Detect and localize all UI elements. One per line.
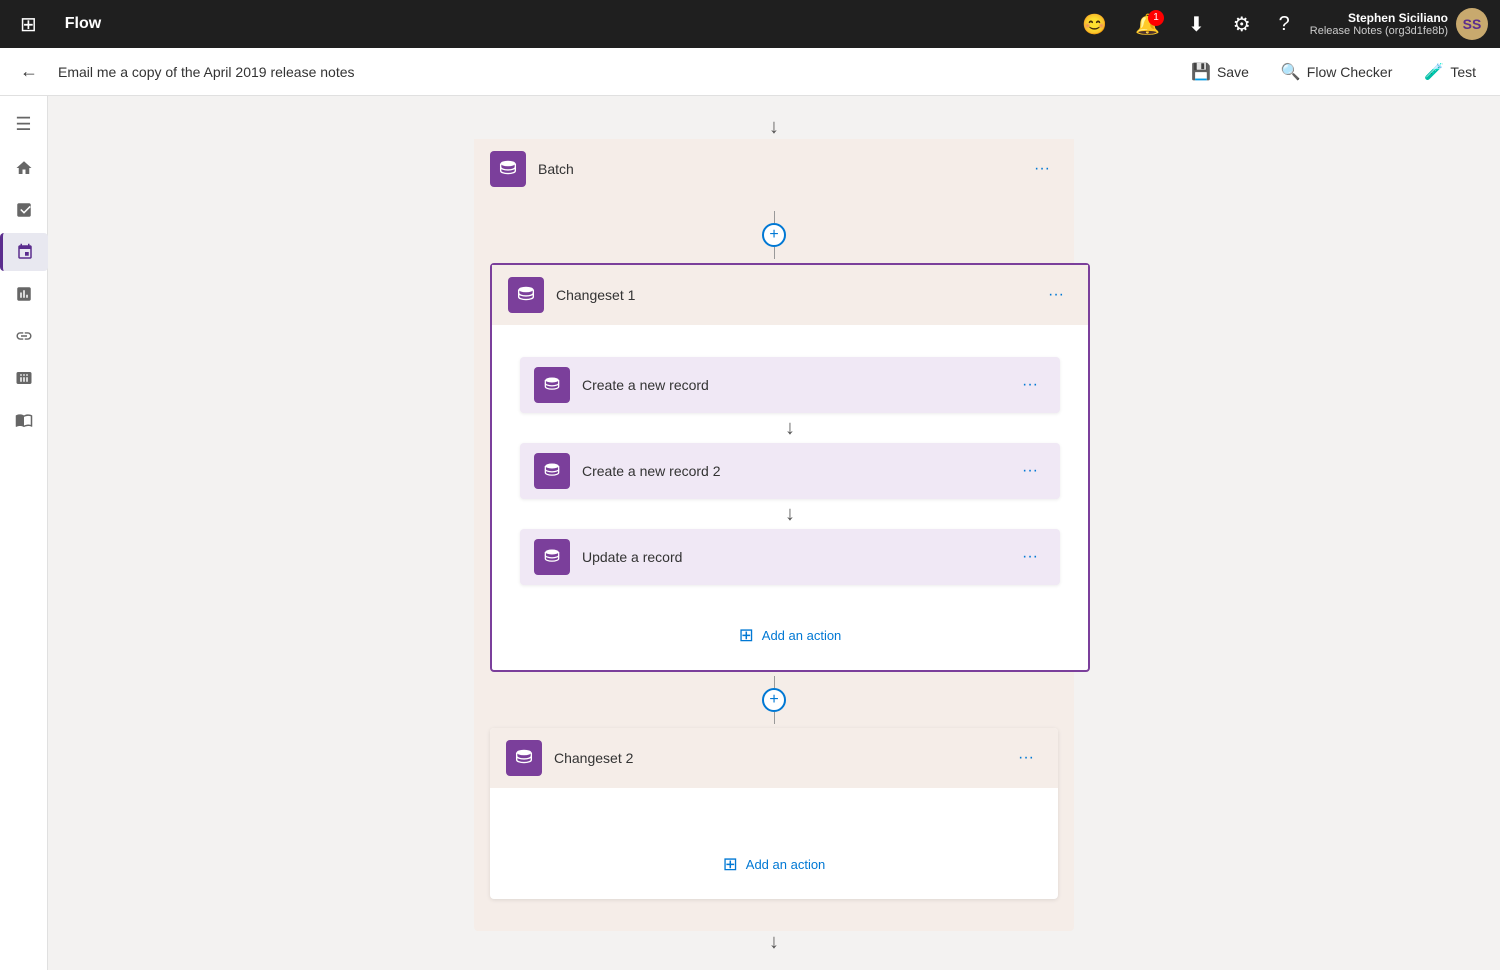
breadcrumb: Email me a copy of the April 2019 releas…: [58, 64, 1167, 80]
changeset-1-header: Changeset 1 ···: [492, 265, 1088, 325]
left-sidebar: ☰: [0, 96, 48, 970]
changeset-2-icon: [506, 740, 542, 776]
sidebar-item-templates[interactable]: [0, 359, 48, 397]
batch-icon: [490, 151, 526, 187]
action-update-record[interactable]: Update a record ···: [520, 529, 1060, 585]
sidebar-item-create[interactable]: [0, 191, 48, 229]
flow-checker-icon: 🔍: [1281, 62, 1301, 82]
action-1-title: Create a new record: [582, 377, 1002, 393]
emoji-icon: 😊: [1082, 14, 1107, 36]
user-info[interactable]: Stephen Siciliano Release Notes (org3d1f…: [1310, 8, 1488, 40]
download-button[interactable]: ⬇: [1180, 8, 1213, 41]
arrow-action-2-3: [770, 499, 810, 529]
plus-connector-middle: +: [490, 676, 1058, 724]
sidebar-item-menu[interactable]: ☰: [0, 104, 48, 145]
changeset-2-block: Changeset 2 ··· ⊞ Add an action: [490, 728, 1058, 899]
changeset-1-menu-button[interactable]: ···: [1040, 282, 1072, 308]
app-title: Flow: [65, 15, 101, 33]
batch-block: Batch ··· +: [474, 139, 1074, 931]
notification-button[interactable]: 🔔 1: [1127, 8, 1168, 41]
action-2-title: Create a new record 2: [582, 463, 1002, 479]
add-action-icon: ⊞: [739, 625, 754, 646]
save-icon: 💾: [1191, 62, 1211, 82]
action-create-record-2[interactable]: Create a new record 2 ···: [520, 443, 1060, 499]
back-button[interactable]: ←: [16, 57, 42, 86]
sub-nav: ← Email me a copy of the April 2019 rele…: [0, 48, 1500, 96]
add-between-button-2[interactable]: +: [762, 688, 786, 712]
batch-title: Batch: [538, 161, 1014, 177]
action-1-icon: [534, 367, 570, 403]
add-action-2-icon: ⊞: [723, 854, 738, 875]
download-icon: ⬇: [1188, 14, 1205, 36]
help-button[interactable]: ?: [1271, 9, 1298, 40]
batch-menu-button[interactable]: ···: [1026, 156, 1058, 182]
sidebar-item-learn[interactable]: [0, 401, 48, 439]
action-2-icon: [534, 453, 570, 489]
arrow-action-1-2: [770, 413, 810, 443]
sidebar-item-flows[interactable]: [0, 233, 48, 271]
test-icon: 🧪: [1424, 62, 1444, 82]
changeset-2-header: Changeset 2 ···: [490, 728, 1058, 788]
flow-checker-button[interactable]: 🔍 Flow Checker: [1273, 58, 1401, 86]
waffle-button[interactable]: ⊞: [12, 8, 45, 41]
avatar: SS: [1456, 8, 1488, 40]
test-button[interactable]: 🧪 Test: [1416, 58, 1484, 86]
main-content: Batch ··· +: [48, 96, 1500, 970]
batch-header: Batch ···: [474, 139, 1074, 199]
settings-button[interactable]: ⚙: [1225, 8, 1259, 41]
changeset-1-block: Changeset 1 ···: [490, 263, 1090, 672]
changeset-2-menu-button[interactable]: ···: [1010, 745, 1042, 771]
action-3-icon: [534, 539, 570, 575]
changeset-1-body: Create a new record ···: [492, 325, 1088, 670]
batch-body: + Changeset 1 ···: [474, 199, 1074, 915]
user-org: Release Notes (org3d1fe8b): [1310, 25, 1448, 37]
notification-badge: 1: [1148, 10, 1164, 26]
action-2-menu-button[interactable]: ···: [1014, 458, 1046, 484]
sidebar-item-connections[interactable]: [0, 317, 48, 355]
changeset-2-body: ⊞ Add an action: [490, 788, 1058, 899]
changeset-1-icon: [508, 277, 544, 313]
action-3-menu-button[interactable]: ···: [1014, 544, 1046, 570]
save-button[interactable]: 💾 Save: [1183, 58, 1257, 86]
top-nav: ⊞ Flow 😊 🔔 1 ⬇ ⚙ ? Stephen Siciliano Rel…: [0, 0, 1500, 48]
sidebar-item-analytics[interactable]: [0, 275, 48, 313]
action-1-menu-button[interactable]: ···: [1014, 372, 1046, 398]
sub-nav-actions: 💾 Save 🔍 Flow Checker 🧪 Test: [1183, 58, 1484, 86]
add-action-changeset-2-button[interactable]: ⊞ Add an action: [707, 846, 842, 883]
action-create-record-1[interactable]: Create a new record ···: [520, 357, 1060, 413]
user-name: Stephen Siciliano: [1310, 11, 1448, 25]
action-3-title: Update a record: [582, 549, 1002, 565]
arrow-top: [754, 116, 794, 139]
changeset-1-title: Changeset 1: [556, 287, 1028, 303]
add-action-changeset-1-button[interactable]: ⊞ Add an action: [723, 617, 858, 654]
help-icon: ?: [1279, 13, 1290, 35]
emoji-button[interactable]: 😊: [1074, 8, 1115, 41]
sidebar-item-home[interactable]: [0, 149, 48, 187]
gear-icon: ⚙: [1233, 14, 1251, 36]
arrow-batch-email: [754, 931, 794, 954]
changeset-2-title: Changeset 2: [554, 750, 998, 766]
add-between-button-1[interactable]: +: [762, 223, 786, 247]
plus-connector-top: +: [490, 211, 1058, 259]
